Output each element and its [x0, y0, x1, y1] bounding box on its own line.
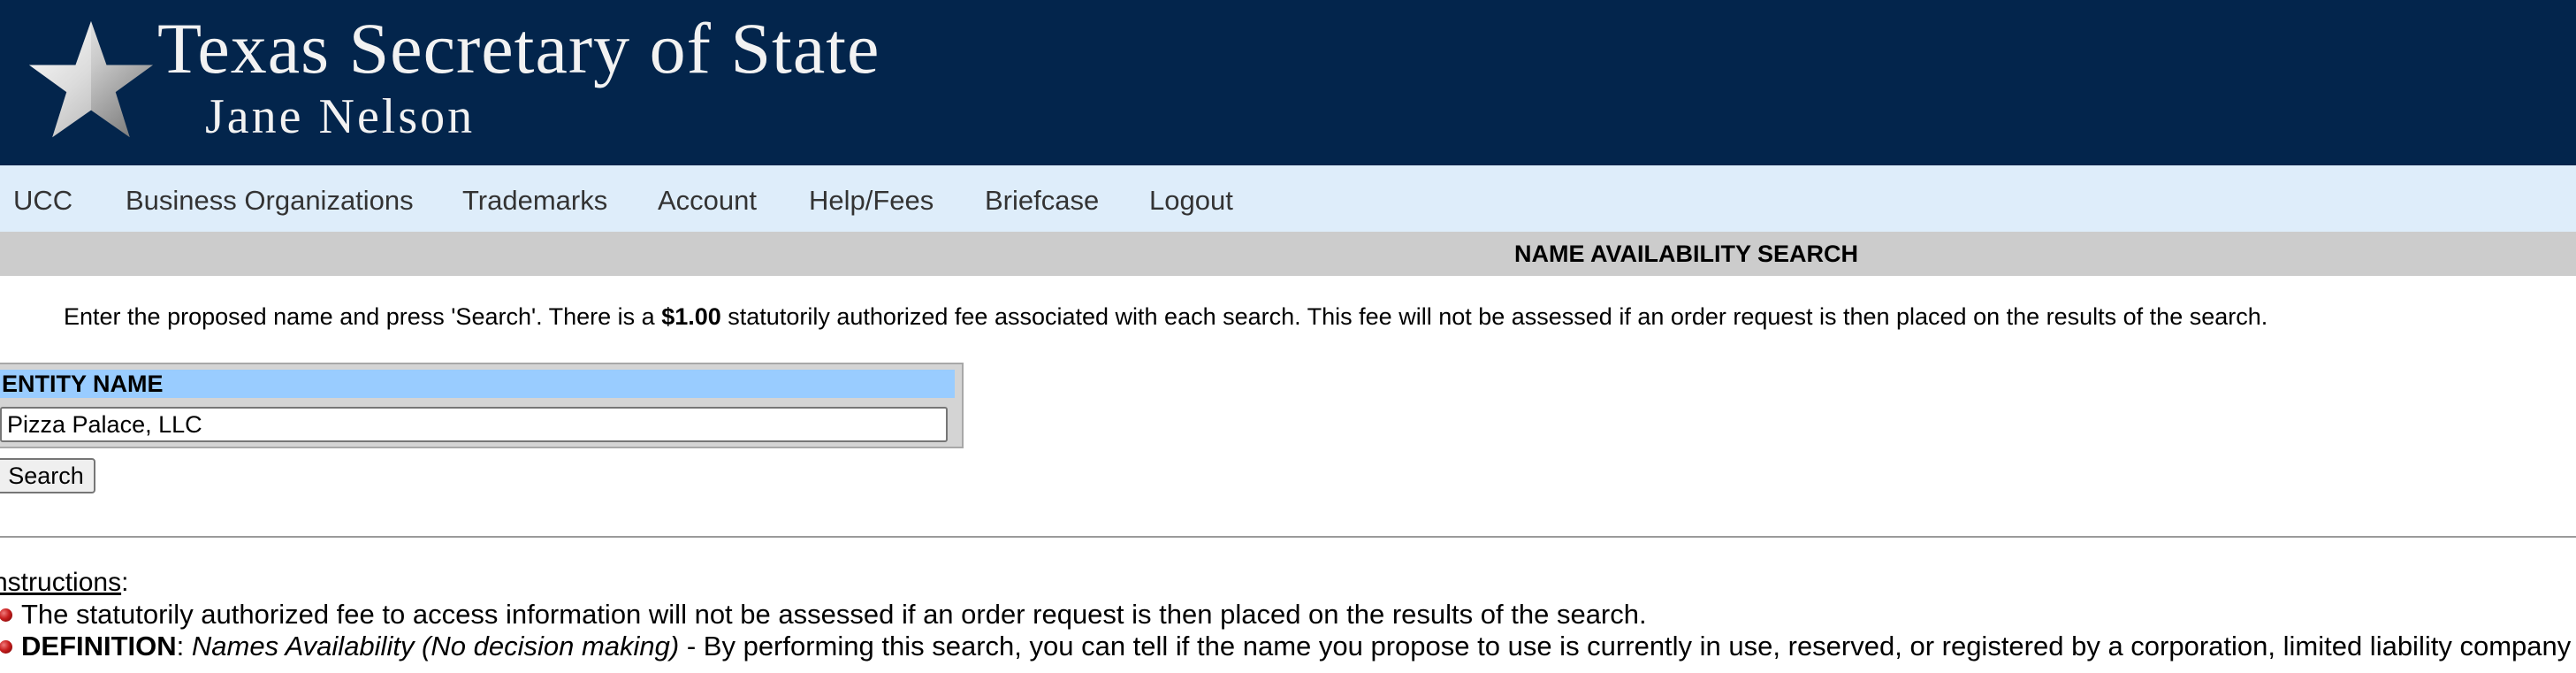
instructions-heading: nstructions: — [0, 568, 128, 598]
definition-separator: : — [176, 631, 192, 662]
divider — [0, 536, 2576, 538]
site-title: Texas Secretary of State — [157, 8, 880, 88]
header-banner: Texas Secretary of State Jane Nelson — [0, 0, 2576, 165]
nav-item-account[interactable]: Account — [658, 185, 757, 217]
red-bullet-icon — [0, 608, 12, 622]
page-title: NAME AVAILABILITY SEARCH — [1514, 241, 1859, 267]
instruction-item-definition: DEFINITION: Names Availability (No decis… — [0, 631, 2571, 662]
intro-text: Enter the proposed name and press 'Searc… — [64, 303, 2267, 331]
search-button[interactable]: Search — [0, 458, 95, 493]
page-title-bar: NAME AVAILABILITY SEARCH — [0, 232, 2576, 276]
intro-text-after: statutorily authorized fee associated wi… — [720, 303, 2268, 330]
nav-item-trademarks[interactable]: Trademarks — [462, 185, 607, 217]
definition-title: Names Availability (No decision making) — [191, 631, 680, 662]
definition-text: - By performing this search, you can tel… — [679, 631, 2572, 662]
entity-name-panel: ENTITY NAME — [0, 363, 964, 448]
nav-item-logout[interactable]: Logout — [1149, 185, 1233, 217]
nav-item-briefcase[interactable]: Briefcase — [985, 185, 1099, 217]
red-bullet-icon — [0, 640, 12, 654]
instructions-heading-label: nstructions — [0, 568, 122, 597]
instructions-heading-colon: : — [121, 568, 129, 597]
nav-item-business-organizations[interactable]: Business Organizations — [126, 185, 414, 217]
entity-name-label: ENTITY NAME — [0, 370, 955, 398]
site-subtitle: Jane Nelson — [205, 89, 476, 144]
star-icon — [28, 20, 154, 138]
fee-amount: $1.00 — [661, 303, 721, 330]
instruction-item-text: The statutorily authorized fee to access… — [21, 599, 1647, 630]
intro-text-before: Enter the proposed name and press 'Searc… — [64, 303, 662, 330]
nav-item-ucc[interactable]: UCC — [13, 185, 72, 217]
entity-name-input[interactable] — [0, 407, 948, 442]
instruction-item: The statutorily authorized fee to access… — [0, 599, 1647, 631]
nav-item-help-fees[interactable]: Help/Fees — [809, 185, 934, 217]
top-nav: UCC Business Organizations Trademarks Ac… — [0, 165, 2576, 232]
definition-term: DEFINITION — [21, 631, 177, 662]
